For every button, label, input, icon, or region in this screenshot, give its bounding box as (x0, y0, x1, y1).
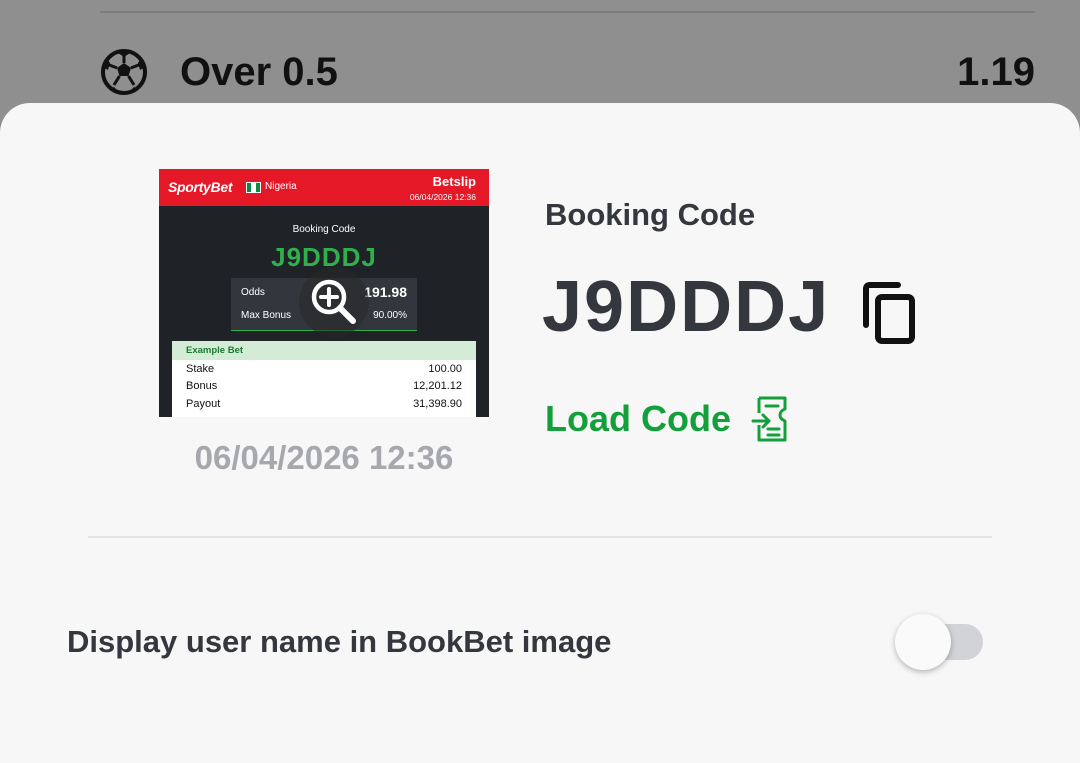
thumbnail-example-bet: Example Bet Stake 100.00 Bonus 12,201.12… (172, 341, 476, 417)
background-divider (100, 11, 1035, 13)
table-row: Stake 100.00 (186, 362, 462, 375)
thumbnail-odds-value: 191.98 (364, 284, 407, 300)
soccer-ball-icon (101, 49, 147, 95)
thumbnail-header: SportyBet Nigeria Betslip 06/04/2026 12:… (159, 169, 489, 206)
nigeria-flag-icon (246, 182, 261, 193)
thumbnail-country: Nigeria (265, 181, 297, 192)
booking-date: 06/04/2026 12:36 (194, 439, 454, 476)
display-username-toggle[interactable] (895, 614, 985, 670)
table-row: Bonus 12,201.12 (186, 380, 462, 393)
thumbnail-header-date: 06/04/2026 12:36 (409, 192, 476, 202)
thumbnail-title: Betslip (432, 174, 476, 189)
display-username-label: Display user name in BookBet image (67, 624, 612, 659)
sportybet-logo: SportyBet (168, 179, 233, 195)
load-code-button[interactable]: Load Code (545, 393, 791, 445)
ticket-icon (751, 396, 787, 442)
zoom-in-icon (311, 279, 356, 324)
booking-code-value: J9DDDJ (542, 267, 831, 347)
zoom-in-button[interactable] (299, 267, 369, 337)
booking-code-label: Booking Code (545, 197, 756, 232)
thumbnail-booking-code-label: Booking Code (292, 224, 356, 235)
example-bet-label: Example Bet (172, 341, 476, 360)
booking-code-sheet: SportyBet Nigeria Betslip 06/04/2026 12:… (0, 103, 1080, 763)
copy-icon[interactable] (858, 281, 918, 347)
thumbnail-max-bonus-value: 90.00% (373, 310, 407, 321)
section-divider (88, 536, 992, 538)
thumbnail-odds-label: Odds (241, 287, 265, 298)
background-odds-value: 1.19 (957, 49, 1035, 94)
toggle-knob (895, 614, 951, 670)
load-code-label: Load Code (545, 398, 731, 439)
background-market-label: Over 0.5 (180, 49, 338, 94)
background-selection-row: Over 0.5 1.19 (100, 44, 1035, 100)
thumbnail-max-bonus-label: Max Bonus (241, 310, 292, 321)
table-row: Payout 31,398.90 (186, 397, 462, 410)
booking-image-thumbnail[interactable]: SportyBet Nigeria Betslip 06/04/2026 12:… (159, 169, 489, 417)
